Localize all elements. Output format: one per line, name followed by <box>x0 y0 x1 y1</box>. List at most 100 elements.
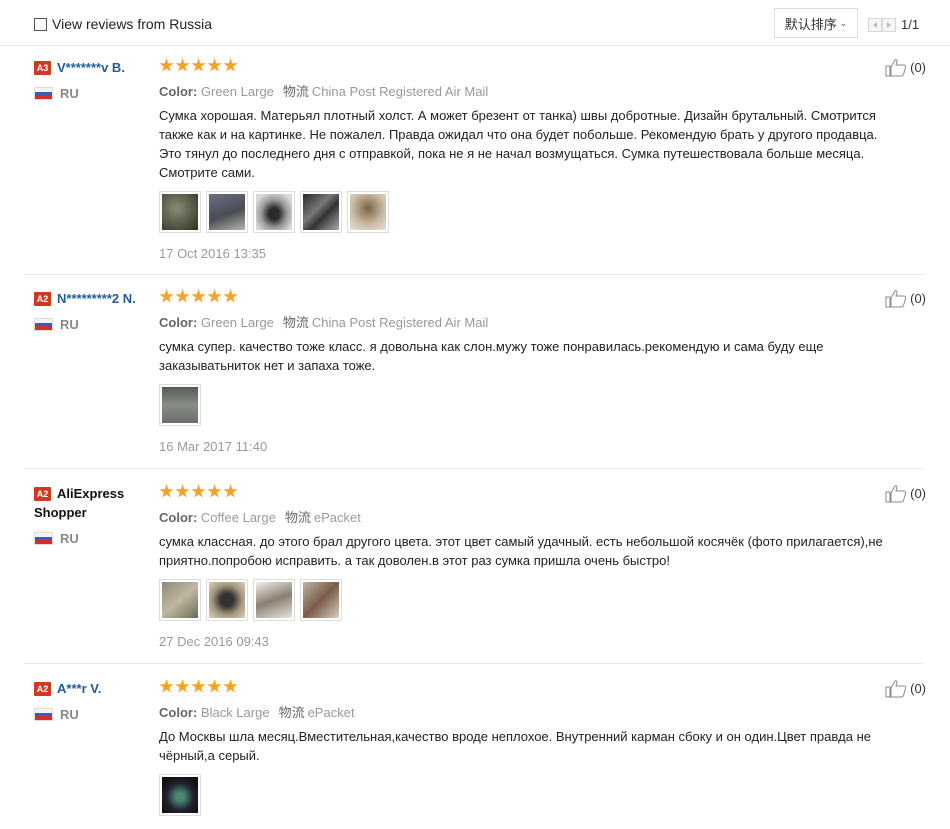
helpful-count: (0) <box>910 681 926 696</box>
order-attributes: Color: Coffee Large 物流 ePacket <box>159 507 894 526</box>
star-icon <box>207 484 222 498</box>
review-photo-thumb[interactable] <box>300 191 342 233</box>
russia-flag-icon <box>34 532 53 545</box>
review-photos <box>159 579 894 621</box>
star-icon <box>223 679 238 693</box>
star-icon <box>207 289 222 303</box>
buyer-level-badge: A2 <box>34 292 51 306</box>
reviewer-name[interactable]: V*******v B. <box>57 60 125 75</box>
russia-flag-icon <box>34 708 53 721</box>
review-text: Сумка хорошая. Матерьял плотный холст. А… <box>159 108 878 180</box>
reviewer-country: RU <box>34 707 149 722</box>
color-value: Black Large <box>200 705 270 720</box>
next-page-button[interactable] <box>882 17 896 32</box>
review-photo-thumb[interactable] <box>253 579 295 621</box>
shipping-value: China Post Registered Air Mail <box>311 84 489 99</box>
star-icon <box>159 289 174 303</box>
star-icon <box>223 484 238 498</box>
star-icon <box>191 679 206 693</box>
review-photo-thumb[interactable] <box>300 579 342 621</box>
reviewer-name[interactable]: A***r V. <box>57 681 101 696</box>
reviewer-name-line: A2 AliExpress Shopper <box>34 484 149 522</box>
helpful-button[interactable]: (0) <box>885 289 926 308</box>
star-icon <box>191 484 206 498</box>
review-photos <box>159 384 894 426</box>
review-date: 16 Mar 2017 11:40 <box>159 439 268 454</box>
helpful-button[interactable]: (0) <box>885 484 926 503</box>
review-content: Color: Green Large 物流 China Post Registere… <box>159 289 894 454</box>
review-photo-thumb[interactable] <box>347 191 389 233</box>
star-icon <box>223 58 238 72</box>
helpful-count: (0) <box>910 486 926 501</box>
pagination: 1/1 <box>868 17 919 32</box>
color-value: Green Large <box>200 315 274 330</box>
star-rating <box>159 58 894 74</box>
star-rating <box>159 289 894 305</box>
review-photo-thumb[interactable] <box>159 384 201 426</box>
star-icon <box>159 484 174 498</box>
reviewer-info: A3 V*******v B. RU <box>34 58 149 101</box>
shipping-label: 物流 <box>284 510 311 525</box>
review-item: A2 A***r V. RU Color: Black Large 物流 ePacke… <box>24 679 926 829</box>
review-photo-thumb[interactable] <box>206 579 248 621</box>
star-rating <box>159 679 894 695</box>
reviewer-name-line: A3 V*******v B. <box>34 58 149 77</box>
star-icon <box>207 679 222 693</box>
russia-flag-icon <box>34 318 53 331</box>
buyer-level-badge: A2 <box>34 487 51 501</box>
reviewer-info: A2 A***r V. RU <box>34 679 149 722</box>
order-attributes: Color: Green Large 物流 China Post Registere… <box>159 312 894 331</box>
review-photo-thumb[interactable] <box>253 191 295 233</box>
reviewer-name-line: A2 N*********2 N. <box>34 289 149 308</box>
star-rating <box>159 484 894 500</box>
reviewer-country: RU <box>34 317 149 332</box>
reviewer-info: A2 AliExpress Shopper RU <box>34 484 149 546</box>
shipping-label: 物流 <box>282 84 309 99</box>
star-icon <box>191 58 206 72</box>
review-item: A2 AliExpress Shopper RU Color: Coffee La… <box>24 484 926 664</box>
russia-filter-checkbox[interactable] <box>34 17 47 31</box>
reviewer-name-line: A2 A***r V. <box>34 679 149 698</box>
review-item: A2 N*********2 N. RU Color: Green Large 物流… <box>24 289 926 469</box>
star-icon <box>223 289 238 303</box>
review-text: сумка классная. до этого брал другого цв… <box>159 534 883 568</box>
chevron-down-icon: ⌄ <box>839 17 848 28</box>
star-icon <box>175 289 190 303</box>
helpful-button[interactable]: (0) <box>885 679 926 698</box>
review-text: сумка супер. качество тоже класс. я дово… <box>159 339 824 373</box>
thumbs-up-icon <box>885 59 907 77</box>
arrow-right-icon <box>887 21 891 28</box>
page-indicator: 1/1 <box>901 17 920 32</box>
review-text: До Москвы шла месяц.Вместительная,качест… <box>159 729 871 763</box>
color-label: Color: <box>159 315 198 330</box>
review-photo-thumb[interactable] <box>159 191 201 233</box>
thumbs-up-icon <box>885 290 907 308</box>
reviewer-country: RU <box>34 86 149 101</box>
review-content: Color: Coffee Large 物流 ePacket сумка класс… <box>159 484 894 649</box>
sort-dropdown[interactable]: 默认排序 ⌄ <box>774 8 858 38</box>
reviews-toolbar: View reviews from Russia 默认排序 ⌄ 1/1 <box>0 0 950 46</box>
star-icon <box>175 484 190 498</box>
reviewer-name[interactable]: N*********2 N. <box>57 291 136 306</box>
color-label: Color: <box>159 84 198 99</box>
review-photos <box>159 774 894 816</box>
star-icon <box>159 679 174 693</box>
helpful-button[interactable]: (0) <box>885 58 926 77</box>
russia-filter-label[interactable]: View reviews from Russia <box>52 16 212 32</box>
star-icon <box>191 289 206 303</box>
review-photo-thumb[interactable] <box>206 191 248 233</box>
country-code: RU <box>60 531 79 546</box>
buyer-level-badge: A2 <box>34 682 51 696</box>
order-attributes: Color: Green Large 物流 China Post Registere… <box>159 81 894 100</box>
review-photo-thumb[interactable] <box>159 774 201 816</box>
helpful-count: (0) <box>910 60 926 75</box>
russia-filter[interactable]: View reviews from Russia <box>34 16 212 32</box>
helpful-count: (0) <box>910 291 926 306</box>
thumbs-up-icon <box>885 485 907 503</box>
review-date: 27 Dec 2016 09:43 <box>159 634 269 649</box>
review-photo-thumb[interactable] <box>159 579 201 621</box>
thumbs-up-icon <box>885 680 907 698</box>
star-icon <box>175 58 190 72</box>
prev-page-button[interactable] <box>868 17 882 32</box>
star-icon <box>159 58 174 72</box>
